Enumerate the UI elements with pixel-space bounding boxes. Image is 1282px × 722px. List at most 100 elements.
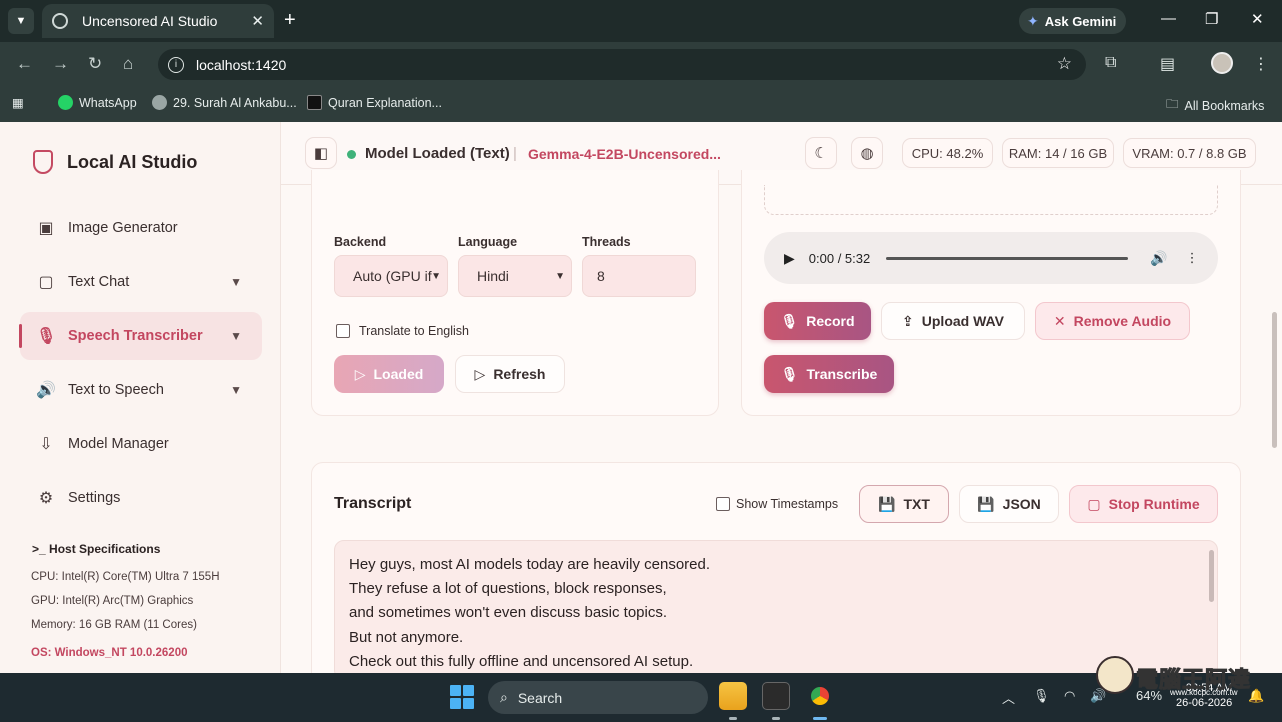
tray-chevron-icon[interactable]: ︿ (1002, 688, 1015, 707)
sidebar-item-image-generator[interactable]: ▣ Image Generator (20, 204, 262, 252)
chevron-down-icon: ▼ (431, 270, 441, 282)
taskbar-search[interactable]: ⌕ Search (488, 681, 708, 714)
whatsapp-icon (58, 95, 73, 110)
bookmark-surah[interactable]: 29. Surah Al Ankabu... (152, 95, 297, 110)
bookmark-star-icon[interactable]: ☆ (1057, 54, 1072, 74)
microphone-icon: 🎙 (36, 328, 57, 345)
record-label: Record (806, 313, 855, 329)
sidebar-item-model-manager[interactable]: ⇩ Model Manager (20, 420, 262, 468)
sidebar-item-label: Model Manager (68, 436, 169, 452)
translate-checkbox[interactable] (336, 324, 350, 338)
host-os: OS: Windows_NT 10.0.26200 (31, 647, 188, 659)
sidebar-item-text-to-speech[interactable]: 🔊 Text to Speech ▼ (20, 366, 262, 414)
os-taskbar: ⌕ Search ︿ 🎙 ◠ 🔊 64% 08:54 AM 26-06-2026… (0, 673, 1282, 722)
wifi-icon[interactable]: ◠ (1064, 688, 1075, 704)
play-icon[interactable]: ▶ (784, 250, 795, 267)
search-icon: ⌕ (500, 689, 508, 705)
chevron-down-icon[interactable]: ▼ (230, 329, 242, 343)
file-explorer-icon[interactable] (719, 682, 747, 710)
txt-label: TXT (903, 496, 930, 512)
chevron-down-icon[interactable]: ▼ (230, 383, 242, 397)
vram-usage: VRAM: 0.7 / 8.8 GB (1123, 138, 1256, 168)
transcript-line: and sometimes won't even discuss basic t… (349, 604, 668, 622)
refresh-button[interactable]: ▷ Refresh (455, 355, 565, 393)
browser-tab[interactable]: Uncensored AI Studio ✕ (42, 4, 274, 38)
page-scrollbar[interactable] (1272, 312, 1277, 448)
reading-list-icon[interactable]: ▤ (1160, 54, 1175, 74)
sidebar-item-settings[interactable]: ⚙ Settings (20, 474, 262, 522)
address-bar-row: ← → ↻ ⌂ i localhost:1420 ☆ ⧉ ▤ ⋮ (0, 42, 1282, 86)
bookmark-whatsapp[interactable]: WhatsApp (58, 95, 137, 110)
moon-icon[interactable]: ☾ (805, 137, 837, 169)
audio-player[interactable]: ▶ 0:00 / 5:32 🔊 ⋮ (764, 232, 1218, 284)
transcript-title: Transcript (334, 495, 412, 512)
json-label: JSON (1002, 496, 1041, 512)
export-json-button[interactable]: 💾 JSON (959, 485, 1059, 523)
speaker-icon: 🔊 (36, 382, 56, 399)
sidebar-item-speech-transcriber[interactable]: 🎙 Speech Transcriber ▼ (19, 312, 262, 360)
sidebar-toggle-icon[interactable]: ◧ (305, 137, 337, 169)
watermark-url: www.kocpc.com.tw (1170, 688, 1238, 697)
upload-wav-button[interactable]: ⇪ Upload WAV (881, 302, 1025, 340)
download-box-icon: ⇩ (39, 436, 53, 453)
export-txt-button[interactable]: 💾 TXT (859, 485, 949, 523)
close-window-icon[interactable]: ✕ (1251, 10, 1264, 28)
refresh-label: Refresh (493, 366, 546, 382)
record-button[interactable]: 🎙 Record (764, 302, 871, 340)
extensions-icon[interactable]: ⧉ (1105, 54, 1116, 72)
host-specs-heading: >_ Host Specifications (32, 542, 160, 556)
terminal-app-icon[interactable] (762, 682, 790, 710)
audio-seek-slider[interactable] (886, 256, 1129, 260)
host-memory: Memory: 16 GB RAM (11 Cores) (31, 619, 197, 631)
site-info-icon[interactable]: i (168, 56, 184, 73)
threads-input[interactable]: 8 (582, 255, 696, 297)
audio-dropzone[interactable] (764, 185, 1218, 215)
bookmark-label: 29. Surah Al Ankabu... (173, 95, 297, 110)
profile-avatar[interactable] (1211, 52, 1233, 74)
backend-select[interactable]: Auto (GPU if ▼ (334, 255, 448, 297)
close-tab-icon[interactable]: ✕ (251, 12, 264, 30)
brand-name: Local AI Studio (67, 151, 198, 172)
chrome-icon[interactable] (806, 682, 834, 710)
home-icon[interactable]: ⌂ (123, 54, 133, 74)
bookmark-quran[interactable]: Quran Explanation... (307, 95, 442, 110)
microphone-tray-icon[interactable]: 🎙 (1033, 688, 1050, 704)
all-bookmarks[interactable]: 🗀 All Bookmarks (1166, 95, 1264, 116)
volume-icon[interactable]: 🔊 (1150, 250, 1167, 267)
language-select[interactable]: Hindi ▼ (458, 255, 572, 297)
chevron-down-icon[interactable]: ▼ (230, 275, 242, 289)
play-icon: ▷ (474, 365, 486, 382)
palette-icon[interactable]: ◍ (851, 137, 883, 169)
backend-label: Backend (334, 235, 387, 249)
new-tab-button[interactable]: + (284, 10, 296, 30)
sidebar-item-label: Image Generator (68, 220, 178, 236)
more-options-icon[interactable]: ⋮ (1186, 250, 1199, 266)
chevron-down-icon: ▼ (555, 270, 565, 282)
reload-icon[interactable]: ↻ (88, 54, 102, 74)
transcript-textarea[interactable]: Hey guys, most AI models today are heavi… (334, 540, 1218, 680)
translate-label: Translate to English (359, 324, 470, 338)
transcript-line: They refuse a lot of questions, block re… (349, 580, 667, 598)
ask-gemini-button[interactable]: ✦ Ask Gemini (1019, 8, 1126, 34)
sidebar-item-text-chat[interactable]: ▢ Text Chat ▼ (20, 258, 262, 306)
restore-icon[interactable]: ❐ (1205, 10, 1218, 28)
url-input[interactable]: i localhost:1420 ☆ (158, 49, 1086, 80)
apps-grid-icon[interactable]: ▦ (12, 95, 24, 110)
play-icon: ▷ (354, 365, 366, 382)
stop-runtime-button[interactable]: ▢ Stop Runtime (1069, 485, 1218, 523)
host-cpu: CPU: Intel(R) Core(TM) Ultra 7 155H (31, 571, 220, 583)
remove-audio-button[interactable]: ✕ Remove Audio (1035, 302, 1190, 340)
loaded-button[interactable]: ▷ Loaded (334, 355, 444, 393)
windows-start-icon[interactable] (450, 685, 474, 709)
forward-icon[interactable]: → (52, 54, 69, 74)
browser-menu-icon[interactable]: ⋮ (1253, 54, 1269, 74)
transcript-scrollbar[interactable] (1209, 550, 1214, 602)
microphone-icon: 🎙 (780, 365, 799, 382)
back-icon[interactable]: ← (16, 54, 33, 74)
tab-search-button[interactable]: ▼ (8, 8, 34, 34)
host-gpu: GPU: Intel(R) Arc(TM) Graphics (31, 595, 194, 607)
transcribe-button[interactable]: 🎙 Transcribe (764, 355, 894, 393)
show-timestamps-checkbox[interactable] (716, 497, 730, 511)
minimize-icon[interactable]: — (1161, 10, 1176, 27)
cpu-usage: CPU: 48.2% (902, 138, 993, 168)
